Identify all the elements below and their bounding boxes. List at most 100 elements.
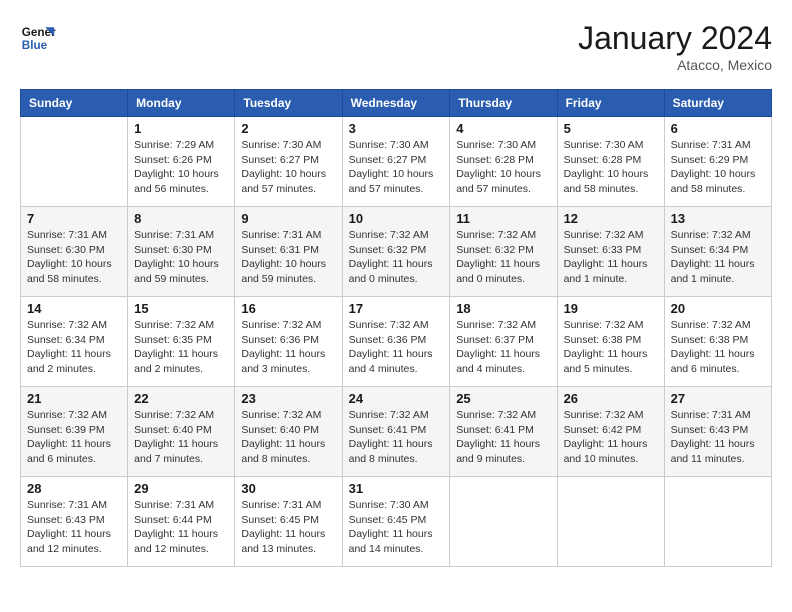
day-number: 7 [27, 211, 121, 226]
day-number: 25 [456, 391, 550, 406]
day-info: Sunrise: 7:31 AMSunset: 6:45 PMDaylight:… [241, 498, 335, 557]
calendar-day-cell: 1 Sunrise: 7:29 AMSunset: 6:26 PMDaylight… [128, 117, 235, 207]
day-info: Sunrise: 7:30 AMSunset: 6:28 PMDaylight:… [564, 138, 658, 197]
calendar-day-cell: 21 Sunrise: 7:32 AMSunset: 6:39 PMDayligh… [21, 387, 128, 477]
weekday-header-monday: Monday [128, 90, 235, 117]
weekday-header-tuesday: Tuesday [235, 90, 342, 117]
calendar-day-cell: 3Sunrise: 7:30 AMSunset: 6:27 PMDaylight… [342, 117, 450, 207]
calendar-day-cell: 25 Sunrise: 7:32 AMSunset: 6:41 PMDayligh… [450, 387, 557, 477]
weekday-header-thursday: Thursday [450, 90, 557, 117]
day-number: 14 [27, 301, 121, 316]
calendar-day-cell: 15 Sunrise: 7:32 AMSunset: 6:35 PMDayligh… [128, 297, 235, 387]
page-header: General Blue January 2024 Atacco, Mexico [20, 20, 772, 73]
calendar-day-cell: 20 Sunrise: 7:32 AMSunset: 6:38 PMDayligh… [664, 297, 771, 387]
calendar-day-cell: 4 Sunrise: 7:30 AMSunset: 6:28 PMDaylight… [450, 117, 557, 207]
calendar-day-cell: 5 Sunrise: 7:30 AMSunset: 6:28 PMDaylight… [557, 117, 664, 207]
day-number: 31 [349, 481, 444, 496]
day-number: 26 [564, 391, 658, 406]
day-number: 11 [456, 211, 550, 226]
day-info: Sunrise: 7:32 AMSunset: 6:34 PMDaylight:… [27, 318, 121, 377]
calendar-day-cell: 11 Sunrise: 7:32 AMSunset: 6:32 PMDayligh… [450, 207, 557, 297]
day-number: 10 [349, 211, 444, 226]
day-info: Sunrise: 7:32 AMSunset: 6:41 PMDaylight:… [349, 408, 444, 467]
calendar-day-cell: 31Sunrise: 7:30 AMSunset: 6:45 PMDayligh… [342, 477, 450, 567]
day-info: Sunrise: 7:31 AMSunset: 6:31 PMDaylight:… [241, 228, 335, 287]
day-info: Sunrise: 7:32 AMSunset: 6:40 PMDaylight:… [241, 408, 335, 467]
day-info: Sunrise: 7:31 AMSunset: 6:30 PMDaylight:… [134, 228, 228, 287]
logo-icon: General Blue [20, 20, 56, 56]
day-info: Sunrise: 7:32 AMSunset: 6:32 PMDaylight:… [456, 228, 550, 287]
calendar-week-row: 1 Sunrise: 7:29 AMSunset: 6:26 PMDaylight… [21, 117, 772, 207]
calendar-day-cell: 9 Sunrise: 7:31 AMSunset: 6:31 PMDaylight… [235, 207, 342, 297]
calendar-day-cell: 29Sunrise: 7:31 AMSunset: 6:44 PMDayligh… [128, 477, 235, 567]
day-info: Sunrise: 7:32 AMSunset: 6:37 PMDaylight:… [456, 318, 550, 377]
calendar-day-cell: 19Sunrise: 7:32 AMSunset: 6:38 PMDayligh… [557, 297, 664, 387]
day-number: 18 [456, 301, 550, 316]
calendar-day-cell: 12Sunrise: 7:32 AMSunset: 6:33 PMDayligh… [557, 207, 664, 297]
calendar-day-cell [21, 117, 128, 207]
calendar-day-cell: 14 Sunrise: 7:32 AMSunset: 6:34 PMDayligh… [21, 297, 128, 387]
day-info: Sunrise: 7:30 AMSunset: 6:27 PMDaylight:… [241, 138, 335, 197]
calendar-day-cell [557, 477, 664, 567]
calendar-day-cell: 27Sunrise: 7:31 AMSunset: 6:43 PMDayligh… [664, 387, 771, 477]
day-number: 2 [241, 121, 335, 136]
day-info: Sunrise: 7:32 AMSunset: 6:41 PMDaylight:… [456, 408, 550, 467]
day-info: Sunrise: 7:32 AMSunset: 6:34 PMDaylight:… [671, 228, 765, 287]
location: Atacco, Mexico [578, 57, 772, 73]
day-number: 23 [241, 391, 335, 406]
day-number: 24 [349, 391, 444, 406]
calendar-day-cell: 17 Sunrise: 7:32 AMSunset: 6:36 PMDayligh… [342, 297, 450, 387]
day-info: Sunrise: 7:32 AMSunset: 6:38 PMDaylight:… [671, 318, 765, 377]
day-info: Sunrise: 7:32 AMSunset: 6:39 PMDaylight:… [27, 408, 121, 467]
day-info: Sunrise: 7:31 AMSunset: 6:30 PMDaylight:… [27, 228, 121, 287]
calendar-day-cell: 18 Sunrise: 7:32 AMSunset: 6:37 PMDayligh… [450, 297, 557, 387]
day-info: Sunrise: 7:32 AMSunset: 6:38 PMDaylight:… [564, 318, 658, 377]
day-number: 17 [349, 301, 444, 316]
day-info: Sunrise: 7:32 AMSunset: 6:35 PMDaylight:… [134, 318, 228, 377]
logo: General Blue [20, 20, 56, 56]
calendar-day-cell [664, 477, 771, 567]
calendar-day-cell: 6Sunrise: 7:31 AMSunset: 6:29 PMDaylight… [664, 117, 771, 207]
day-info: Sunrise: 7:32 AMSunset: 6:40 PMDaylight:… [134, 408, 228, 467]
day-number: 6 [671, 121, 765, 136]
day-number: 30 [241, 481, 335, 496]
day-info: Sunrise: 7:32 AMSunset: 6:36 PMDaylight:… [349, 318, 444, 377]
day-number: 4 [456, 121, 550, 136]
weekday-header-saturday: Saturday [664, 90, 771, 117]
day-info: Sunrise: 7:32 AMSunset: 6:42 PMDaylight:… [564, 408, 658, 467]
calendar-day-cell: 28Sunrise: 7:31 AMSunset: 6:43 PMDayligh… [21, 477, 128, 567]
calendar-header-row: SundayMondayTuesdayWednesdayThursdayFrid… [21, 90, 772, 117]
calendar-day-cell: 30 Sunrise: 7:31 AMSunset: 6:45 PMDayligh… [235, 477, 342, 567]
day-number: 28 [27, 481, 121, 496]
day-number: 5 [564, 121, 658, 136]
calendar-week-row: 7 Sunrise: 7:31 AMSunset: 6:30 PMDaylight… [21, 207, 772, 297]
day-info: Sunrise: 7:29 AMSunset: 6:26 PMDaylight:… [134, 138, 228, 197]
day-number: 1 [134, 121, 228, 136]
day-number: 29 [134, 481, 228, 496]
calendar-day-cell: 8 Sunrise: 7:31 AMSunset: 6:30 PMDaylight… [128, 207, 235, 297]
day-info: Sunrise: 7:32 AMSunset: 6:32 PMDaylight:… [349, 228, 444, 287]
calendar-day-cell: 24 Sunrise: 7:32 AMSunset: 6:41 PMDayligh… [342, 387, 450, 477]
calendar-table: SundayMondayTuesdayWednesdayThursdayFrid… [20, 89, 772, 567]
day-number: 21 [27, 391, 121, 406]
day-number: 20 [671, 301, 765, 316]
day-info: Sunrise: 7:32 AMSunset: 6:36 PMDaylight:… [241, 318, 335, 377]
day-number: 16 [241, 301, 335, 316]
day-info: Sunrise: 7:31 AMSunset: 6:43 PMDaylight:… [671, 408, 765, 467]
calendar-day-cell: 23 Sunrise: 7:32 AMSunset: 6:40 PMDayligh… [235, 387, 342, 477]
calendar-day-cell: 13 Sunrise: 7:32 AMSunset: 6:34 PMDayligh… [664, 207, 771, 297]
weekday-header-sunday: Sunday [21, 90, 128, 117]
day-info: Sunrise: 7:32 AMSunset: 6:33 PMDaylight:… [564, 228, 658, 287]
day-info: Sunrise: 7:30 AMSunset: 6:28 PMDaylight:… [456, 138, 550, 197]
calendar-day-cell: 10 Sunrise: 7:32 AMSunset: 6:32 PMDayligh… [342, 207, 450, 297]
calendar-week-row: 21 Sunrise: 7:32 AMSunset: 6:39 PMDayligh… [21, 387, 772, 477]
day-number: 3 [349, 121, 444, 136]
calendar-day-cell: 2 Sunrise: 7:30 AMSunset: 6:27 PMDaylight… [235, 117, 342, 207]
calendar-day-cell: 16 Sunrise: 7:32 AMSunset: 6:36 PMDayligh… [235, 297, 342, 387]
day-number: 13 [671, 211, 765, 226]
calendar-week-row: 14 Sunrise: 7:32 AMSunset: 6:34 PMDayligh… [21, 297, 772, 387]
day-number: 9 [241, 211, 335, 226]
day-number: 22 [134, 391, 228, 406]
day-number: 15 [134, 301, 228, 316]
day-number: 8 [134, 211, 228, 226]
